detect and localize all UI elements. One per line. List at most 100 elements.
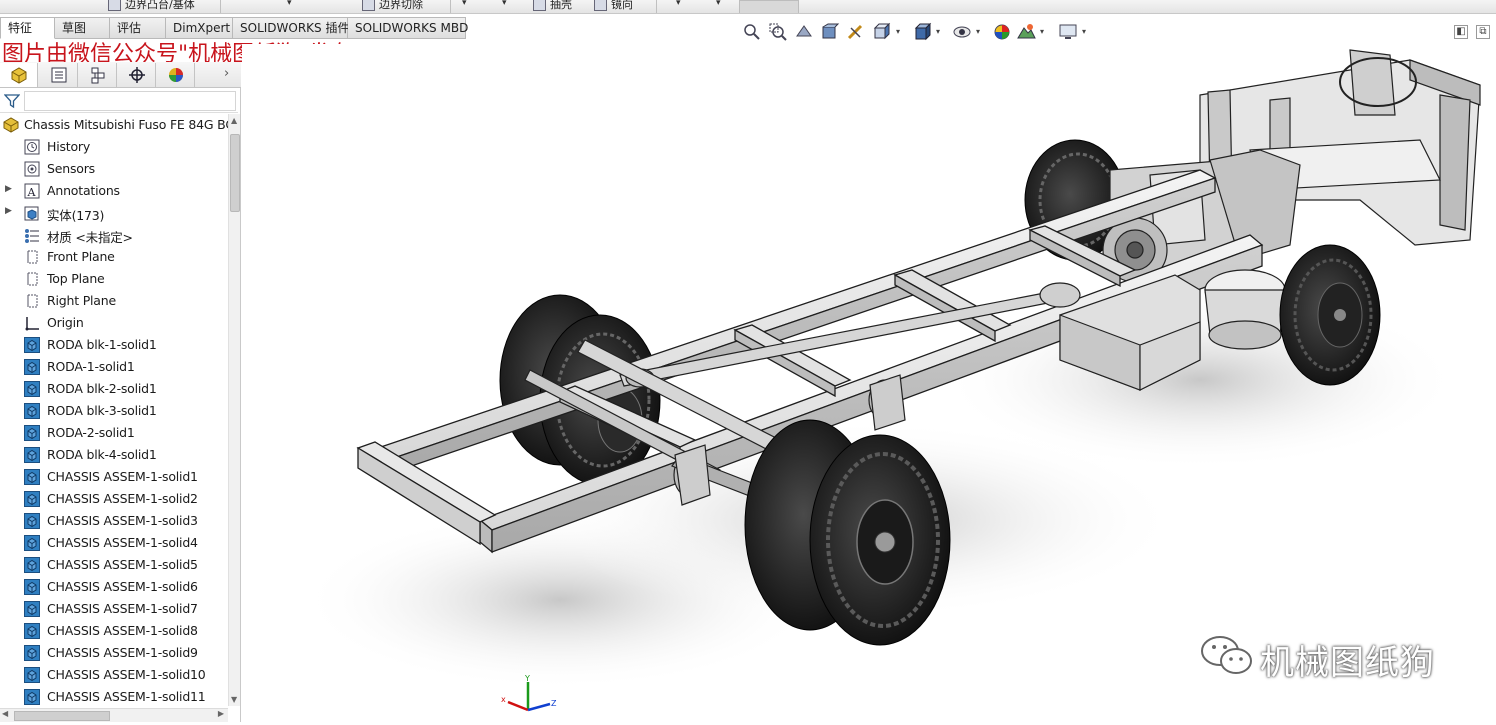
scroll-right-icon[interactable]: ▶ <box>218 709 224 718</box>
scroll-left-icon[interactable]: ◀ <box>2 709 8 718</box>
tree-item[interactable]: RODA blk-3-solid1 <box>0 400 228 422</box>
tab-display-manager[interactable] <box>157 63 195 87</box>
tree-item-label: CHASSIS ASSEM-1-solid1 <box>47 469 198 484</box>
chevron-down-icon[interactable]: ▾ <box>462 0 467 8</box>
chevron-down-icon[interactable]: ▾ <box>676 0 681 8</box>
graphics-area[interactable]: Y x Z <box>242 44 1496 722</box>
dynamic-annotation-icon[interactable] <box>846 22 866 42</box>
filter-icon[interactable] <box>4 93 20 109</box>
tree-item[interactable]: Front Plane <box>0 246 228 268</box>
chevron-down-icon[interactable]: ▾ <box>287 0 292 8</box>
tree-item[interactable]: Top Plane <box>0 268 228 290</box>
tab-solidworks-mbd[interactable]: SOLIDWORKS MBD <box>348 17 468 39</box>
tree-item[interactable]: ▶ A Annotations <box>0 180 228 202</box>
solid-body-icon <box>24 513 40 529</box>
sensor-icon <box>24 161 40 177</box>
tree-item[interactable]: RODA-1-solid1 <box>0 356 228 378</box>
tree-item[interactable]: CHASSIS ASSEM-1-solid1 <box>0 466 228 488</box>
chevron-down-icon[interactable]: ▾ <box>716 0 721 8</box>
mirror-button[interactable]: 镜向 <box>594 0 633 12</box>
display-manager-icon <box>169 68 183 82</box>
tree-item[interactable]: CHASSIS ASSEM-1-solid10 <box>0 664 228 686</box>
tree-item-label: CHASSIS ASSEM-1-solid11 <box>47 689 206 704</box>
tree-item[interactable]: CHASSIS ASSEM-1-solid11 <box>0 686 228 706</box>
chevron-down-icon[interactable]: ▾ <box>936 27 940 36</box>
tree-item-label: Top Plane <box>47 271 105 286</box>
chassis-3d-model[interactable] <box>242 44 1496 722</box>
tree-item[interactable]: CHASSIS ASSEM-1-solid2 <box>0 488 228 510</box>
tree-item[interactable]: Right Plane <box>0 290 228 312</box>
display-style-icon[interactable] <box>912 22 932 42</box>
tab-dimxpert-manager[interactable] <box>118 63 156 87</box>
boundary-boss-button[interactable]: 边界凸台/基体 <box>108 0 195 12</box>
tree-item[interactable]: RODA-2-solid1 <box>0 422 228 444</box>
view-settings-icon[interactable] <box>1058 22 1078 42</box>
tree-item-label: Origin <box>47 315 84 330</box>
tree-vertical-scrollbar[interactable]: ▲ ▼ <box>228 114 240 706</box>
tree-item[interactable]: Origin <box>0 312 228 334</box>
tab-property-manager[interactable] <box>40 63 78 87</box>
chevron-down-icon[interactable]: ▾ <box>896 27 900 36</box>
zoom-to-fit-icon[interactable] <box>742 22 762 42</box>
tree-item[interactable]: RODA blk-4-solid1 <box>0 444 228 466</box>
tree-item[interactable]: CHASSIS ASSEM-1-solid7 <box>0 598 228 620</box>
scrollbar-thumb[interactable] <box>230 134 240 212</box>
tree-item-label: CHASSIS ASSEM-1-solid3 <box>47 513 198 528</box>
previous-view-icon[interactable] <box>794 22 814 42</box>
restore-window-icon[interactable]: ◧ <box>1454 25 1468 39</box>
tree-item[interactable]: CHASSIS ASSEM-1-solid9 <box>0 642 228 664</box>
tree-item-label: History <box>47 139 91 154</box>
tree-item[interactable]: CHASSIS ASSEM-1-solid6 <box>0 576 228 598</box>
close-window-icon[interactable]: ⧉ <box>1476 25 1490 39</box>
tree-root[interactable]: Chassis Mitsubishi Fuso FE 84G BC <box>0 114 228 136</box>
solid-body-icon <box>24 425 40 441</box>
solid-body-icon <box>24 623 40 639</box>
expand-arrow-icon[interactable]: ▶ <box>5 206 12 216</box>
front-right-wheel <box>1279 244 1381 386</box>
zoom-to-area-icon[interactable] <box>768 22 788 42</box>
expand-arrow-icon[interactable]: ▶ <box>5 184 12 194</box>
tree-item[interactable]: CHASSIS ASSEM-1-solid5 <box>0 554 228 576</box>
chevron-down-icon[interactable]: ▾ <box>1040 27 1044 36</box>
edit-appearance-icon[interactable] <box>992 22 1012 42</box>
tree-item-label: 实体(173) <box>47 208 105 223</box>
tree-item[interactable]: ▶ 实体(173) <box>0 202 228 224</box>
solid-body-icon <box>24 601 40 617</box>
tree-item[interactable]: Sensors <box>0 158 228 180</box>
tab-feature-manager[interactable] <box>0 63 38 87</box>
chevron-down-icon[interactable]: ▾ <box>502 0 507 8</box>
chevron-right-icon[interactable]: › <box>224 66 229 81</box>
section-view-icon[interactable] <box>820 22 840 42</box>
chevron-down-icon[interactable]: ▾ <box>1082 27 1086 36</box>
hide-show-items-icon[interactable] <box>952 22 972 42</box>
watermark-brand-text: 机械图纸狗 <box>1260 643 1435 683</box>
tree-item-label: Annotations <box>47 183 120 198</box>
tab-configuration-manager[interactable] <box>79 63 117 87</box>
tree-item[interactable]: RODA blk-1-solid1 <box>0 334 228 356</box>
tree-item-label: CHASSIS ASSEM-1-solid5 <box>47 557 198 572</box>
tree-item-label: RODA blk-4-solid1 <box>47 447 157 462</box>
apply-scene-icon[interactable] <box>1016 22 1036 42</box>
scroll-up-icon[interactable]: ▲ <box>231 116 237 125</box>
feature-manager-panel: › Chassis Mitsubishi Fuso FE 84G BC Hist… <box>0 62 241 722</box>
boundary-cut-button[interactable]: 边界切除 <box>362 0 423 12</box>
tree-item[interactable]: CHASSIS ASSEM-1-solid3 <box>0 510 228 532</box>
view-orientation-icon[interactable] <box>872 22 892 42</box>
tree-item[interactable]: CHASSIS ASSEM-1-solid8 <box>0 620 228 642</box>
chevron-down-icon[interactable]: ▾ <box>976 27 980 36</box>
tree-item[interactable]: History <box>0 136 228 158</box>
shell-button[interactable]: 抽壳 <box>533 0 572 12</box>
toolbar-blank-button[interactable] <box>739 0 799 13</box>
filter-input[interactable] <box>24 91 236 111</box>
tree-item-label: Front Plane <box>47 249 115 264</box>
scroll-down-icon[interactable]: ▼ <box>231 695 237 704</box>
tree-item-label: Sensors <box>47 161 95 176</box>
tree-item[interactable]: CHASSIS ASSEM-1-solid4 <box>0 532 228 554</box>
tree-item[interactable]: RODA blk-2-solid1 <box>0 378 228 400</box>
tree-item[interactable]: 材质 <未指定> <box>0 224 228 246</box>
window-controls: ◧ ⧉ <box>1446 24 1490 39</box>
tree-horizontal-scrollbar[interactable]: ◀ ▶ <box>0 708 228 722</box>
scrollbar-thumb[interactable] <box>14 711 110 721</box>
plane-icon <box>27 250 38 264</box>
tree-item-label: Right Plane <box>47 293 116 308</box>
